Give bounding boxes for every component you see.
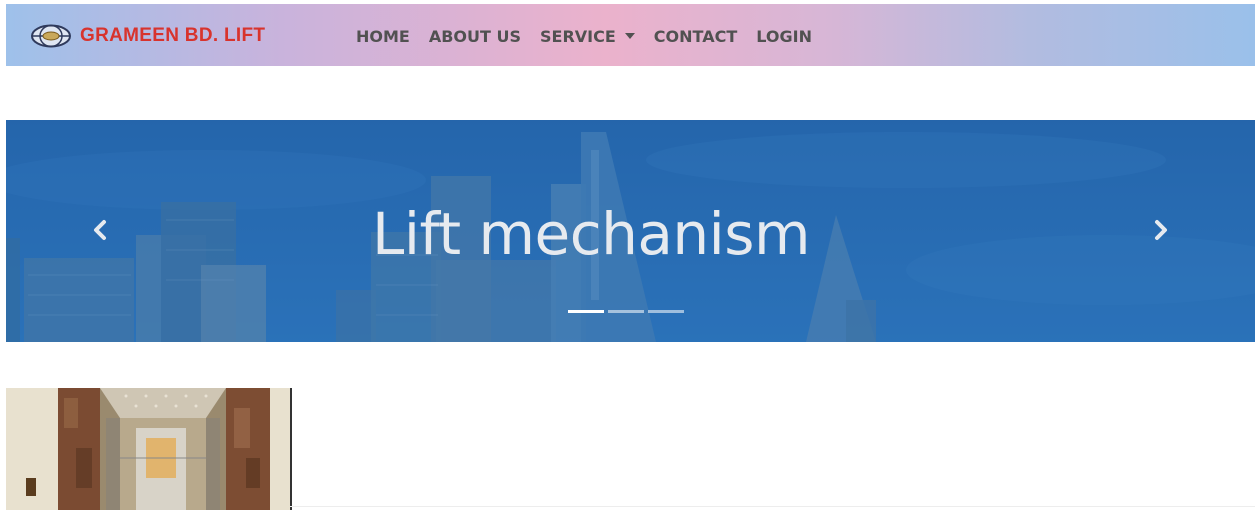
chevron-left-icon xyxy=(94,220,106,240)
nav-service-label: SERVICE xyxy=(540,26,616,46)
globe-logo-icon xyxy=(31,24,71,48)
elevator-photo xyxy=(6,388,290,510)
carousel-caption: Lift mechanism xyxy=(372,200,810,268)
carousel-indicator-2[interactable] xyxy=(608,310,644,313)
carousel-indicator-3[interactable] xyxy=(648,310,684,313)
main-nav: HOME ABOUT US SERVICE CONTACT LOGIN xyxy=(356,24,831,48)
carousel-next-button[interactable] xyxy=(1149,216,1173,244)
carousel-indicator-1[interactable] xyxy=(568,310,604,313)
chevron-right-icon xyxy=(1155,220,1167,240)
carousel-prev-button[interactable] xyxy=(88,216,112,244)
nav-contact[interactable]: CONTACT xyxy=(654,27,737,46)
nav-home[interactable]: HOME xyxy=(356,27,410,46)
caret-down-icon xyxy=(624,33,635,39)
brand-link[interactable]: GRAMEEN BD. LIFT xyxy=(30,24,265,48)
nav-about-us[interactable]: ABOUT US xyxy=(429,27,521,46)
carousel-indicators xyxy=(568,310,688,313)
elevator-interior-image xyxy=(6,388,292,510)
top-navbar: GRAMEEN BD. LIFT HOME ABOUT US SERVICE C… xyxy=(6,4,1255,66)
nav-login[interactable]: LOGIN xyxy=(756,27,812,46)
brand-name: GRAMEEN BD. LIFT xyxy=(80,25,266,46)
nav-service-dropdown[interactable]: SERVICE xyxy=(540,27,635,46)
divider xyxy=(290,506,1255,507)
hero-carousel: Lift mechanism xyxy=(6,120,1255,342)
